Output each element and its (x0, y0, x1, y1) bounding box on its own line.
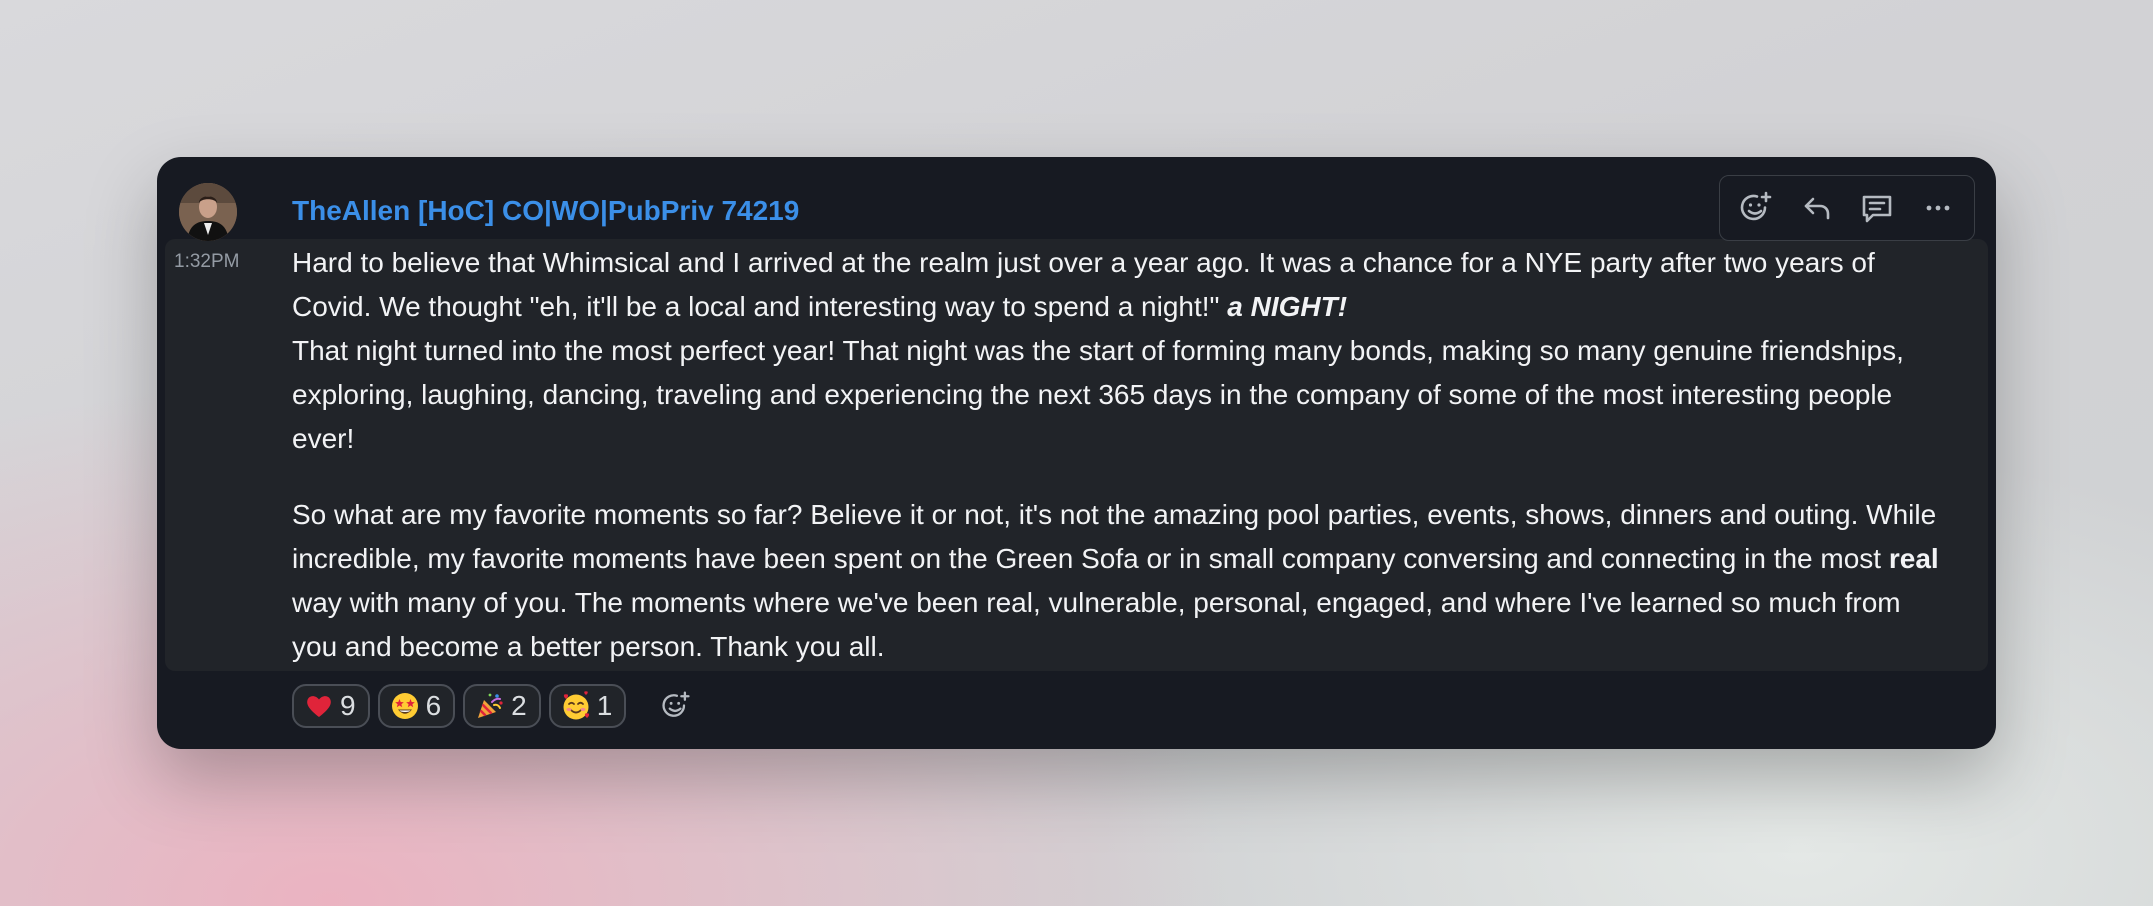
create-thread-button[interactable] (1851, 182, 1903, 234)
reaction-count: 1 (596, 690, 613, 721)
add-reaction-button[interactable] (1730, 182, 1782, 234)
bold-text: real (1888, 543, 1939, 574)
message-timestamp: 1:32PM (174, 251, 240, 272)
smiling-face-with-hearts-icon (561, 691, 591, 721)
emphasis-text: a NIGHT! (1227, 291, 1348, 322)
reply-button[interactable] (1791, 182, 1843, 234)
thread-icon (1862, 195, 1892, 223)
message-paragraph-2: So what are my favorite moments so far? … (292, 499, 1939, 662)
username[interactable]: TheAllen [HoC] CO|WO|PubPriv 74219 (292, 195, 799, 227)
avatar[interactable] (179, 183, 237, 241)
message-actions-toolbar (1719, 175, 1975, 241)
reply-icon (1804, 197, 1830, 220)
message-paragraph-1: Hard to believe that Whimsical and I arr… (292, 247, 1904, 454)
more-options-button[interactable] (1912, 182, 1964, 234)
message-content: Hard to believe that Whimsical and I arr… (292, 241, 1952, 669)
reaction-count: 2 (511, 690, 527, 721)
more-icon (1926, 205, 1950, 211)
reaction-smiling-face-with-hearts[interactable]: 1 (548, 684, 627, 728)
reaction-count: 6 (425, 690, 442, 721)
add-reaction-icon (662, 691, 690, 717)
reaction-party-popper[interactable]: 2 (463, 684, 541, 728)
add-reaction-icon (1740, 191, 1772, 221)
reaction-heart[interactable]: 9 (292, 684, 370, 728)
message-card: 1:32PM TheAllen [HoC] CO|WO|PubPriv 7421… (157, 157, 1996, 749)
reaction-star-struck[interactable]: 6 (377, 684, 456, 728)
party-popper-icon (475, 691, 505, 721)
add-reaction-inline-button[interactable] (656, 686, 696, 726)
star-struck-icon (390, 691, 420, 721)
heart-icon (304, 691, 334, 721)
reactions-bar: 9 6 2 1 (292, 684, 696, 728)
reaction-count: 9 (340, 690, 356, 721)
